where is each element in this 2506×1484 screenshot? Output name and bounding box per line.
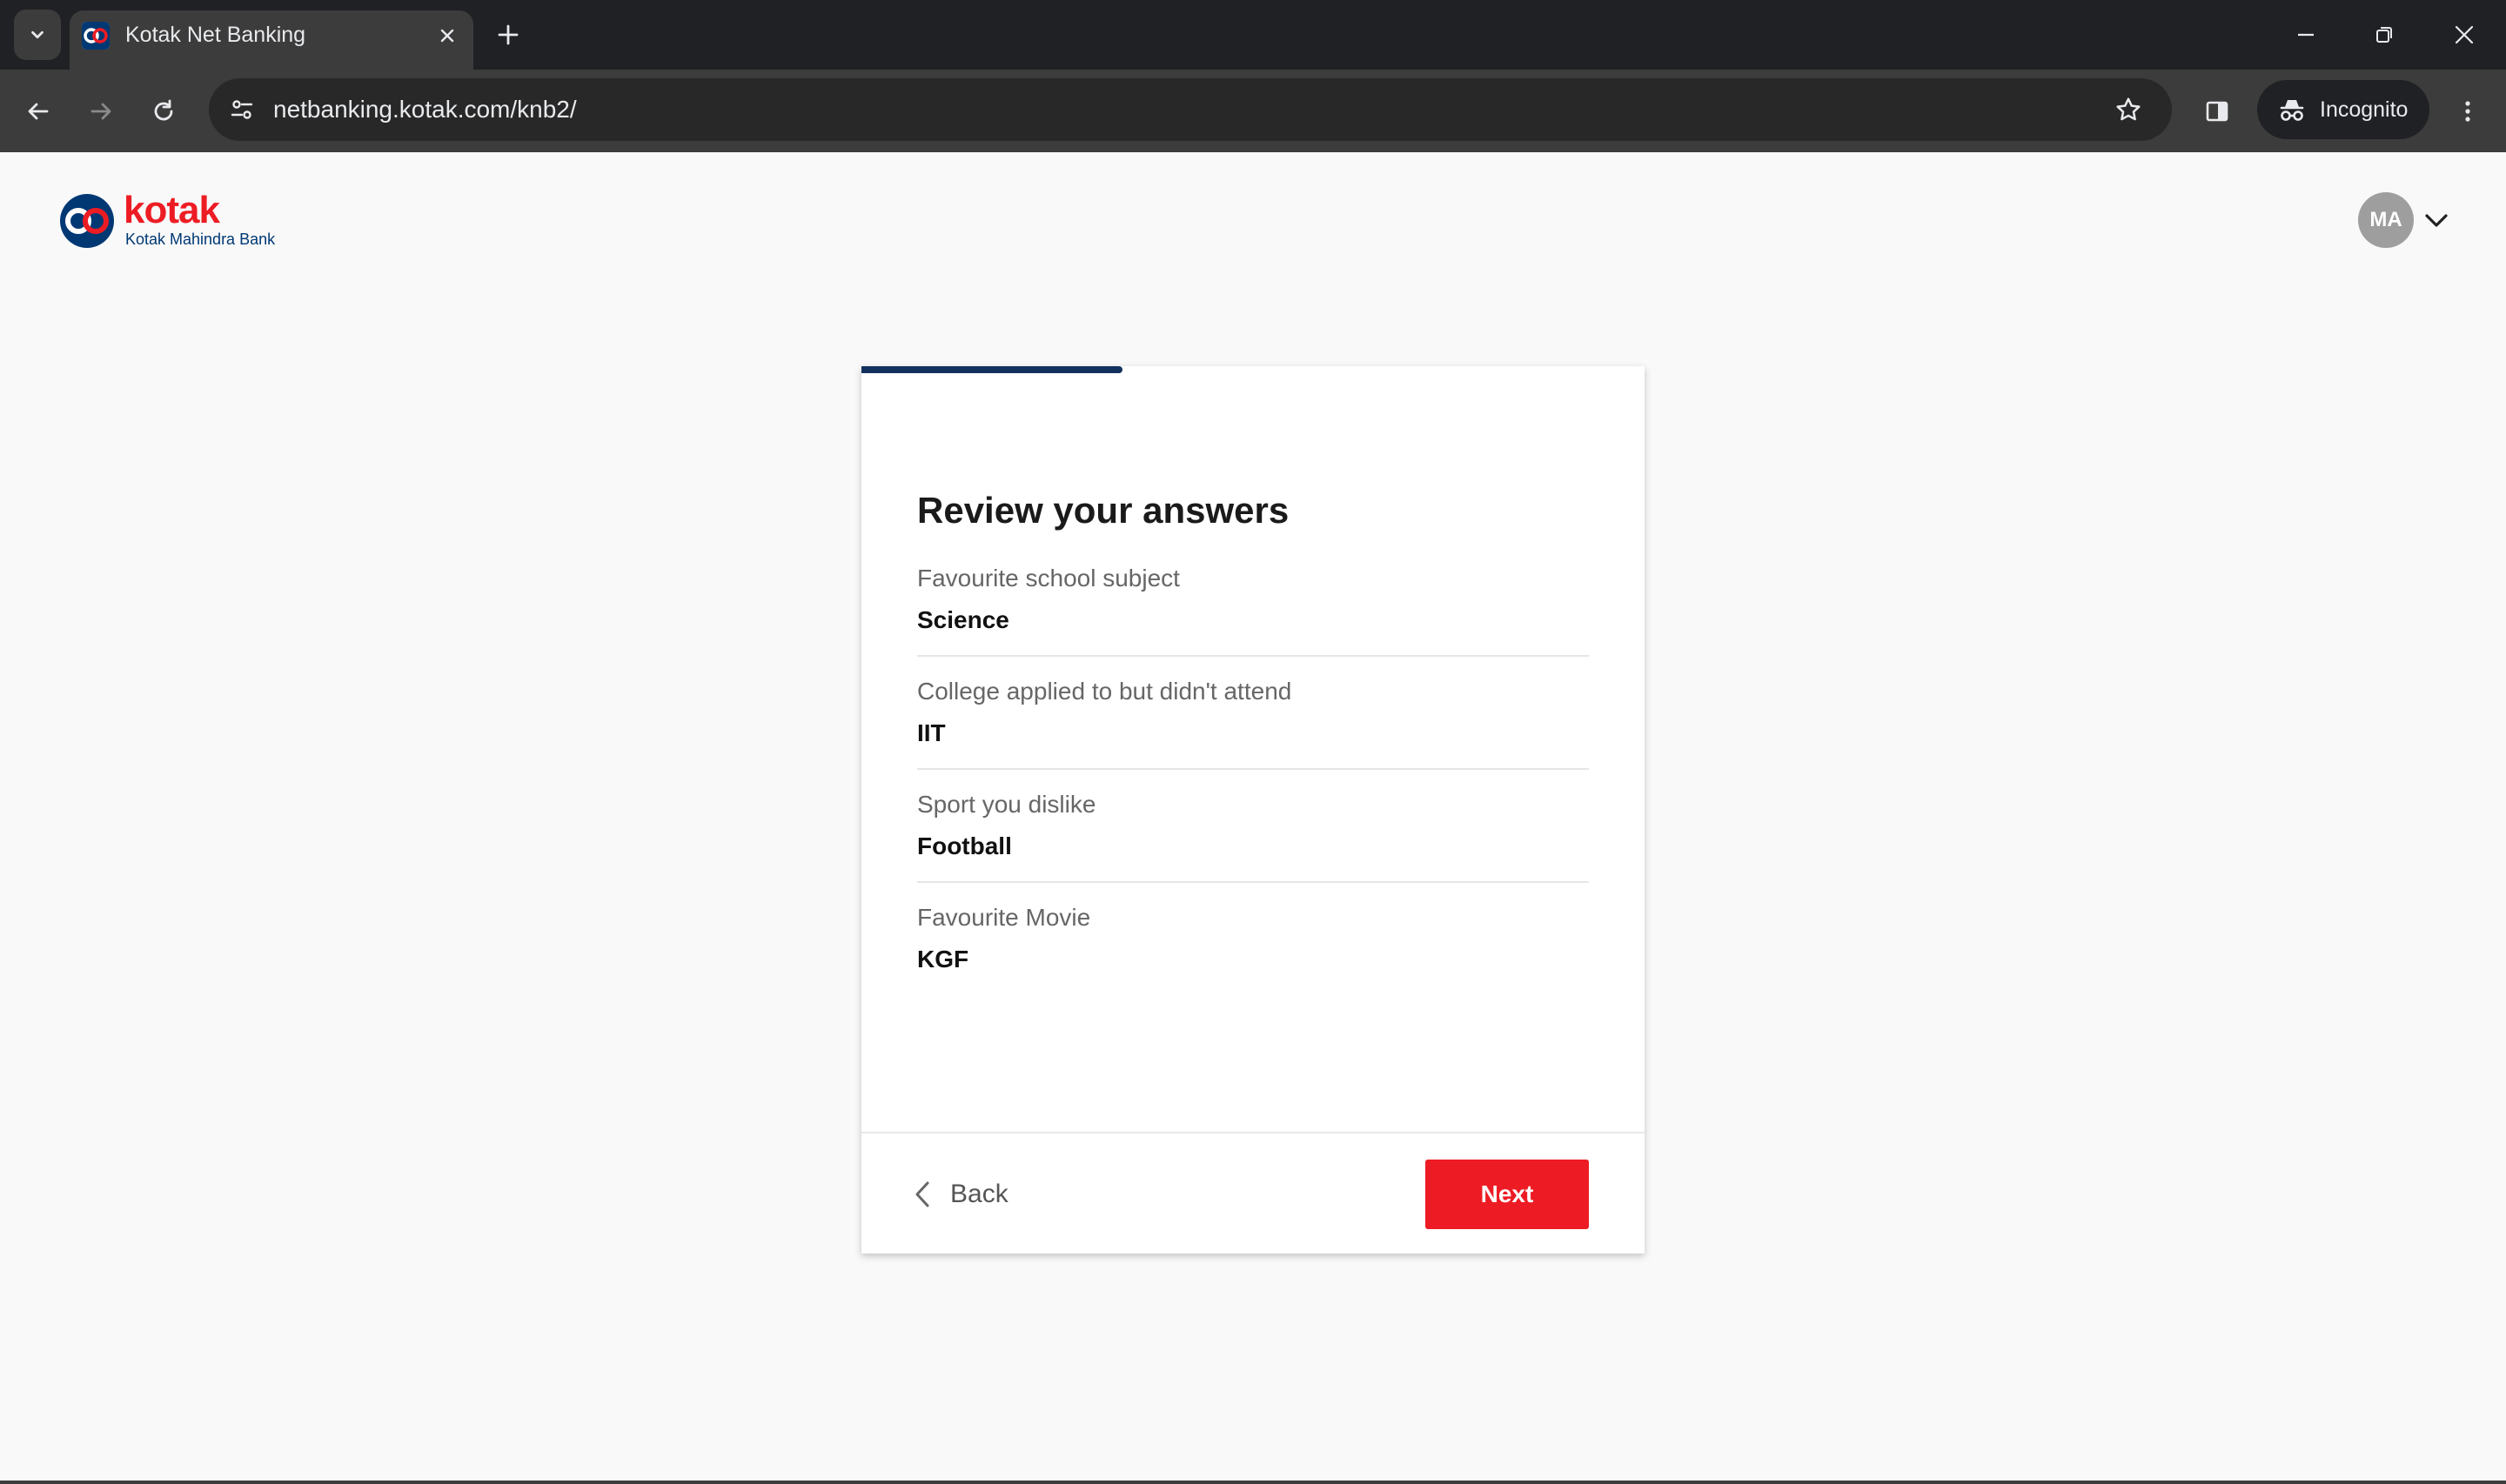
answer-value: IIT (917, 719, 946, 746)
answer-value: Football (917, 832, 1012, 859)
url-text[interactable]: netbanking.kotak.com/knb2/ (273, 96, 577, 124)
back-nav-button[interactable] (17, 90, 59, 132)
web-page: kotak Kotak Mahindra Bank MA Review your… (0, 152, 2506, 1484)
logo-wordmark: kotak (124, 189, 220, 231)
chevron-down-icon (31, 30, 44, 39)
question-label: Favourite Movie (917, 904, 1091, 931)
browser-tab[interactable]: Kotak Net Banking (70, 10, 473, 70)
divider (917, 768, 1589, 770)
kotak-logo-mark-icon (60, 194, 114, 248)
incognito-label: Incognito (2320, 97, 2409, 122)
next-button[interactable]: Next (1425, 1160, 1589, 1229)
window-bottom-edge (0, 1481, 2506, 1484)
tab-close-icon[interactable] (433, 22, 461, 50)
address-bar[interactable]: netbanking.kotak.com/knb2/ (209, 78, 2172, 141)
side-panel-button[interactable] (2196, 90, 2238, 132)
plus-icon (498, 24, 519, 45)
back-button[interactable]: Back (910, 1170, 1032, 1219)
answer-item: Favourite Movie KGF (917, 904, 1589, 1017)
answer-item: Sport you dislike Football (917, 791, 1589, 904)
incognito-icon (2280, 100, 2304, 121)
browser-tab-strip: Kotak Net Banking (0, 0, 2506, 70)
bookmark-star-icon[interactable] (2107, 89, 2149, 130)
page-title: Review your answers (917, 490, 1290, 531)
kotak-favicon-icon (82, 22, 110, 50)
minimize-button[interactable] (2282, 10, 2330, 59)
side-panel-icon (2206, 101, 2228, 122)
divider (917, 881, 1589, 883)
forward-nav-button[interactable] (80, 90, 122, 132)
answer-value: KGF (917, 946, 969, 973)
question-label: College applied to but didn't attend (917, 678, 1292, 705)
browser-toolbar: netbanking.kotak.com/knb2/ Incognito (0, 70, 2506, 152)
progress-bar (861, 366, 1645, 373)
more-vertical-icon (2465, 101, 2470, 122)
logo-subtitle: Kotak Mahindra Bank (125, 231, 276, 248)
chevron-left-icon (915, 1181, 929, 1207)
tab-search-button[interactable] (14, 10, 61, 60)
avatar[interactable]: MA (2358, 192, 2414, 248)
question-label: Favourite school subject (917, 565, 1180, 592)
question-label: Sport you dislike (917, 791, 1096, 818)
restore-icon (2376, 27, 2392, 43)
answer-value: Science (917, 606, 1009, 633)
chevron-down-icon[interactable] (2421, 204, 2452, 236)
footer-divider (861, 1132, 1645, 1133)
progress-bar-fill (861, 366, 1122, 373)
back-button-label: Back (950, 1180, 1008, 1208)
close-icon (2455, 25, 2474, 44)
kotak-logo[interactable]: kotak Kotak Mahindra Bank (54, 189, 315, 258)
arrow-right-icon (90, 103, 111, 120)
site-info-icon[interactable] (221, 89, 263, 130)
tab-title: Kotak Net Banking (125, 23, 306, 47)
answer-item: College applied to but didn't attend IIT (917, 678, 1589, 791)
new-tab-button[interactable] (489, 16, 527, 54)
close-window-button[interactable] (2440, 10, 2489, 59)
restore-button[interactable] (2360, 10, 2409, 59)
reload-button[interactable] (143, 90, 184, 132)
answer-item: Favourite school subject Science (917, 565, 1589, 678)
reload-icon (154, 99, 173, 121)
browser-menu-button[interactable] (2447, 90, 2489, 132)
incognito-indicator[interactable]: Incognito (2257, 80, 2429, 139)
review-answers-card: Review your answers Favourite school sub… (861, 366, 1645, 1253)
divider (917, 655, 1589, 657)
arrow-left-icon (28, 103, 49, 120)
minimize-icon (2298, 33, 2314, 37)
